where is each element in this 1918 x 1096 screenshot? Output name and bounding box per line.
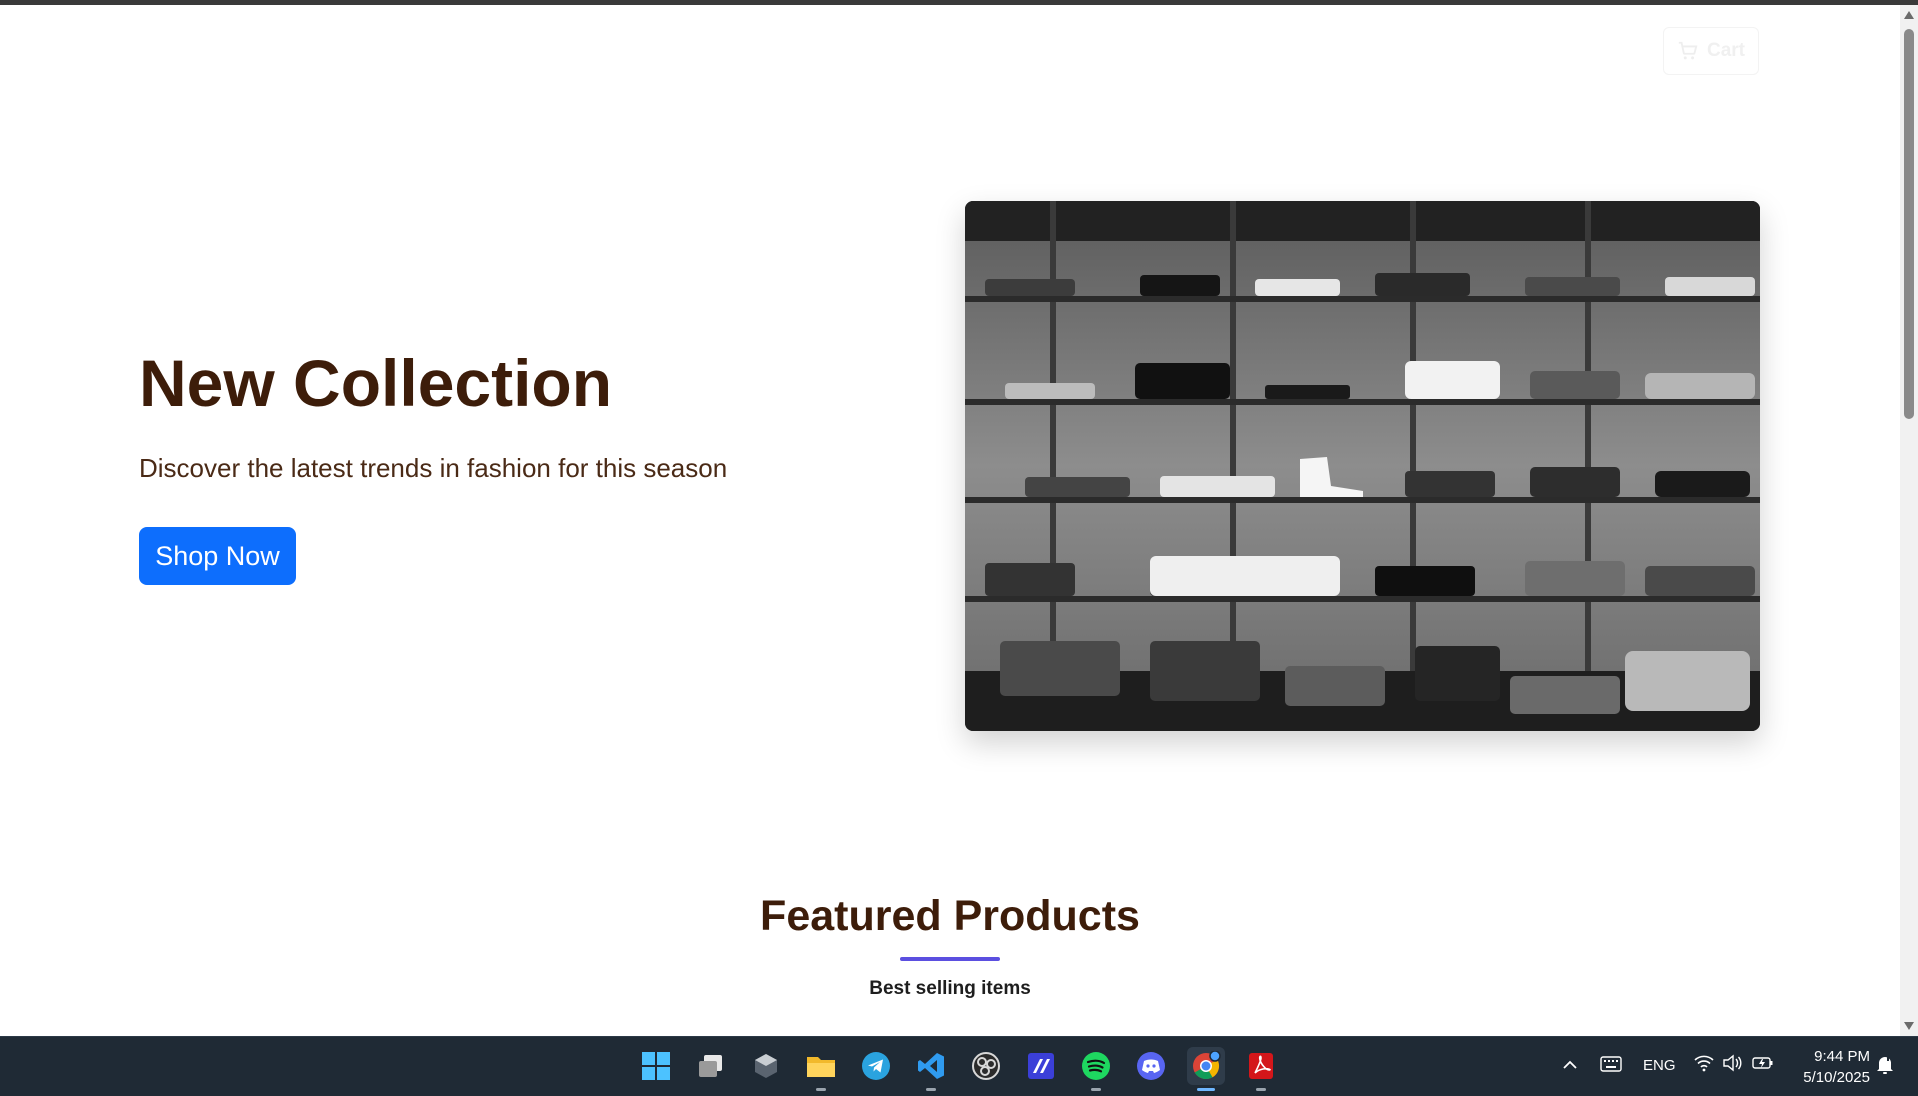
acrobat-icon[interactable]: [1242, 1047, 1280, 1091]
scroll-thumb[interactable]: [1904, 29, 1914, 419]
cart-icon: [1678, 41, 1698, 60]
web-page: Cart New Collection Discover the latest …: [0, 5, 1900, 1036]
scroll-up-arrow-icon[interactable]: [1904, 11, 1914, 19]
keyboard-icon[interactable]: [1600, 1056, 1622, 1077]
windows-taskbar: ENG 9:44 PM 5/10/2025: [0, 1036, 1918, 1096]
code-editor-icon[interactable]: [1022, 1047, 1060, 1085]
language-indicator[interactable]: ENG: [1643, 1057, 1676, 1074]
hero-title: New Collection: [139, 346, 613, 420]
chevron-up-icon[interactable]: [1563, 1057, 1577, 1075]
spotify-icon[interactable]: [1077, 1047, 1115, 1091]
task-view-icon[interactable]: [692, 1047, 730, 1085]
featured-products-subtitle: Best selling items: [869, 978, 1031, 999]
wifi-icon[interactable]: [1694, 1054, 1714, 1077]
clothing-shelves-image: [965, 201, 1760, 731]
heading-underline: [900, 957, 1000, 961]
notification-bell-icon[interactable]: [1875, 1054, 1895, 1081]
page-scrollbar[interactable]: [1900, 5, 1918, 1036]
scroll-down-arrow-icon[interactable]: [1904, 1022, 1914, 1030]
shop-now-button[interactable]: Shop Now: [139, 527, 296, 585]
hero-subtitle: Discover the latest trends in fashion fo…: [139, 453, 728, 483]
battery-charging-icon[interactable]: [1752, 1055, 1774, 1076]
vscode-icon[interactable]: [912, 1047, 950, 1091]
featured-products-heading: Featured Products: [760, 892, 1140, 940]
volume-icon[interactable]: [1722, 1054, 1742, 1077]
taskbar-clock[interactable]: 9:44 PM 5/10/2025: [1790, 1046, 1870, 1088]
hero-image: [965, 201, 1760, 731]
cart-button[interactable]: Cart: [1663, 27, 1759, 75]
obs-icon[interactable]: [967, 1047, 1005, 1085]
telegram-icon[interactable]: [857, 1047, 895, 1085]
start-icon[interactable]: [637, 1047, 675, 1085]
clock-date: 5/10/2025: [1803, 1069, 1870, 1086]
cart-label: Cart: [1706, 40, 1745, 61]
chrome-icon[interactable]: [1187, 1047, 1225, 1091]
3d-app-icon[interactable]: [747, 1047, 785, 1085]
clock-time: 9:44 PM: [1814, 1048, 1870, 1065]
discord-icon[interactable]: [1132, 1047, 1170, 1085]
file-explorer-icon[interactable]: [802, 1047, 840, 1091]
